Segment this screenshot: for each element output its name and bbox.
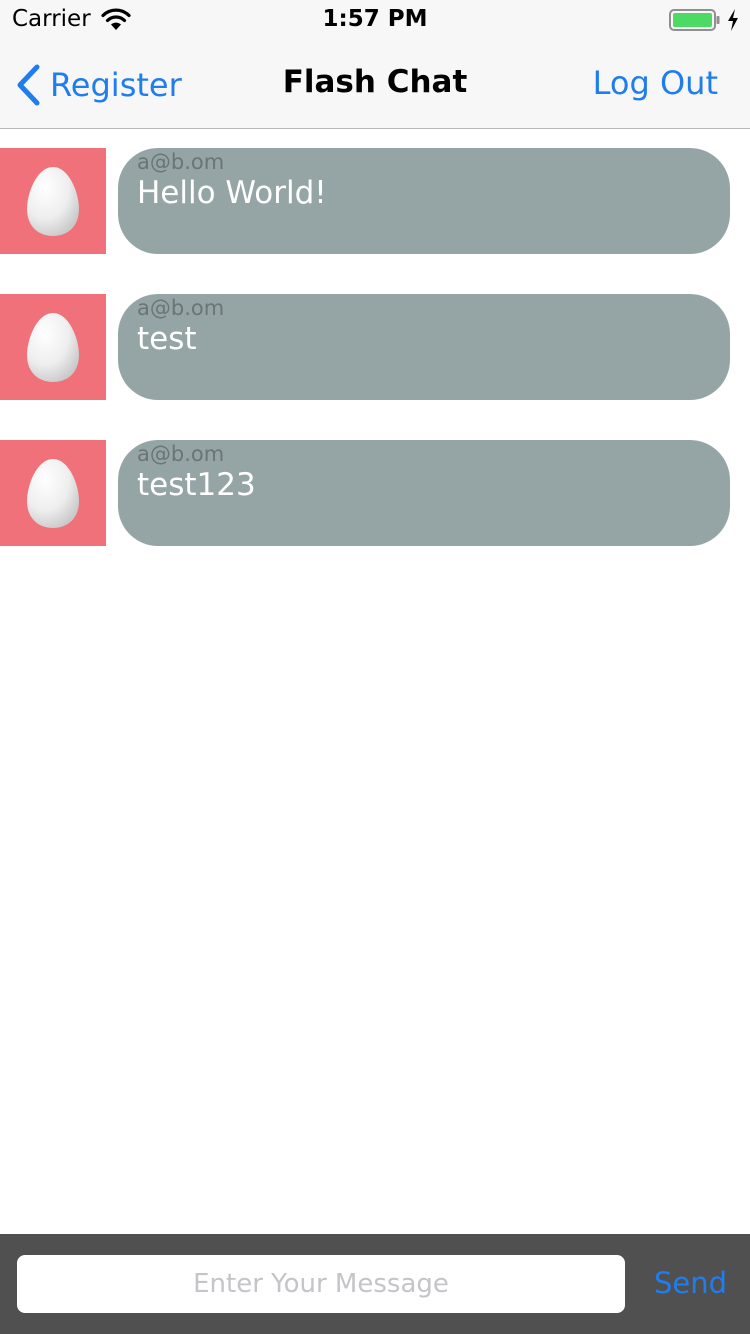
egg-icon bbox=[27, 313, 79, 382]
message-row[interactable]: a@b.om test bbox=[0, 275, 750, 421]
message-bubble: a@b.om test bbox=[118, 294, 730, 400]
message-bubble: a@b.om test123 bbox=[118, 440, 730, 546]
message-body: test bbox=[137, 321, 197, 357]
message-body: test123 bbox=[137, 467, 256, 503]
avatar bbox=[0, 294, 106, 400]
status-bar: Carrier 1:57 PM bbox=[0, 0, 750, 40]
egg-icon bbox=[27, 167, 79, 236]
message-input[interactable] bbox=[17, 1255, 625, 1313]
message-composer: Send bbox=[0, 1234, 750, 1334]
charging-bolt-icon bbox=[728, 9, 738, 31]
avatar bbox=[0, 148, 106, 254]
message-sender: a@b.om bbox=[137, 296, 225, 320]
navigation-bar: Register Flash Chat Log Out bbox=[0, 40, 750, 129]
logout-button[interactable]: Log Out bbox=[593, 64, 718, 102]
message-row[interactable]: a@b.om test123 bbox=[0, 421, 750, 567]
message-sender: a@b.om bbox=[137, 442, 225, 466]
message-body: Hello World! bbox=[137, 175, 327, 211]
message-bubble: a@b.om Hello World! bbox=[118, 148, 730, 254]
battery-icon bbox=[669, 9, 720, 31]
status-time: 1:57 PM bbox=[322, 6, 428, 32]
message-list[interactable]: a@b.om Hello World! a@b.om test a@b.om t… bbox=[0, 129, 750, 567]
message-row[interactable]: a@b.om Hello World! bbox=[0, 129, 750, 275]
egg-icon bbox=[27, 459, 79, 528]
message-sender: a@b.om bbox=[137, 150, 225, 174]
avatar bbox=[0, 440, 106, 546]
send-button[interactable]: Send bbox=[654, 1266, 727, 1300]
